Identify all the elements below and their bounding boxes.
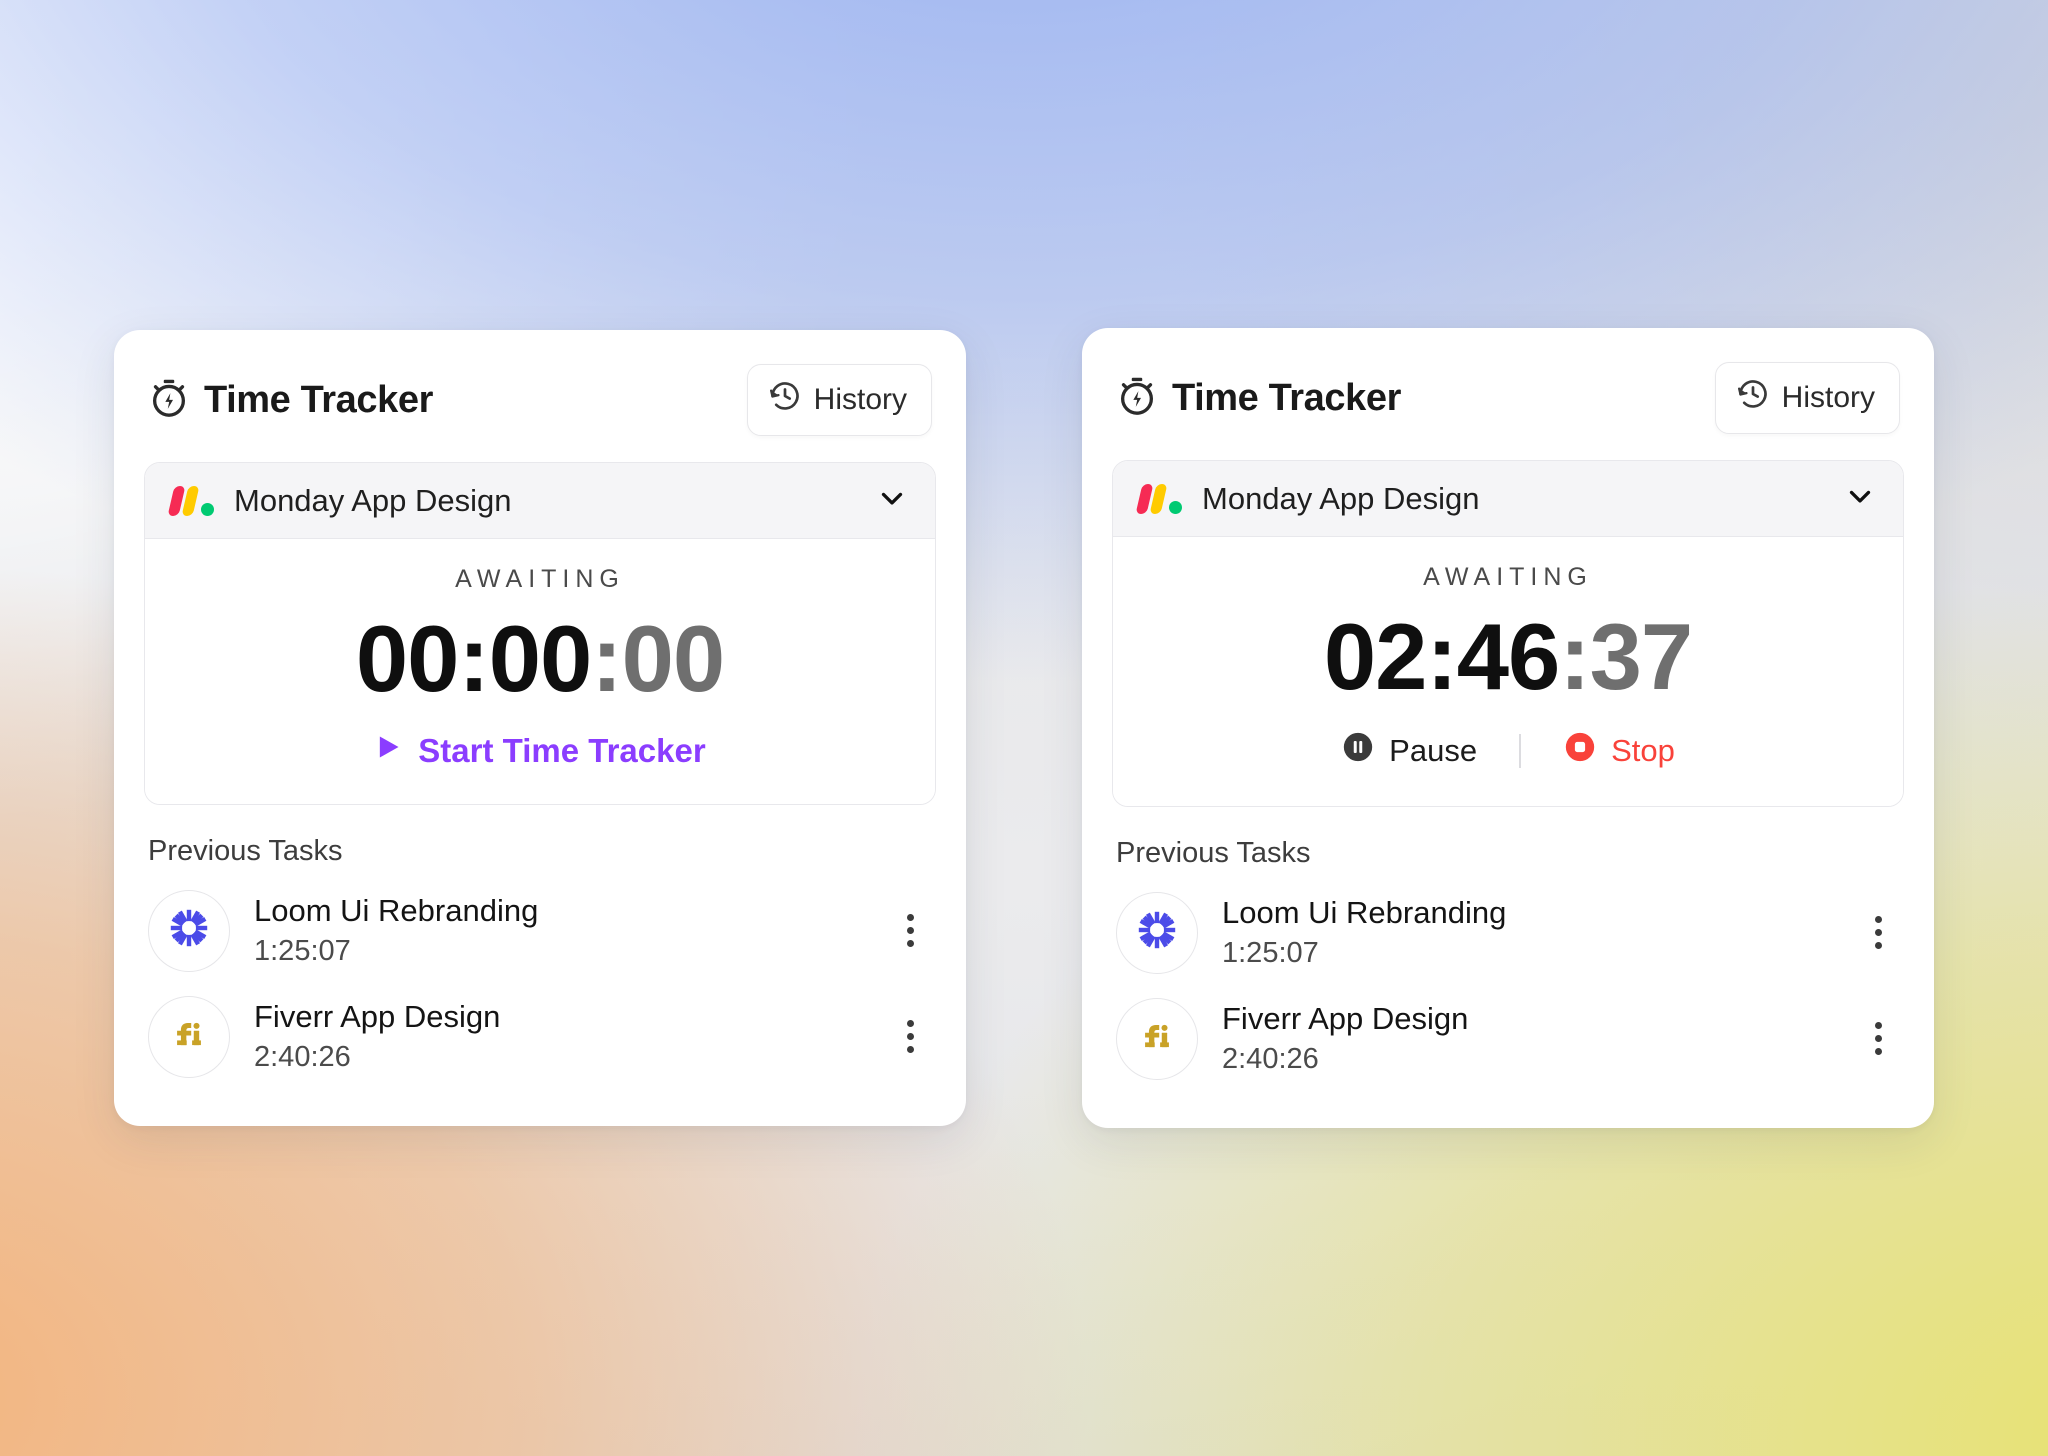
task-row-fiverr[interactable]: Fiverr App Design 2:40:26 bbox=[144, 984, 936, 1090]
time-tracker-card-running: Time Tracker History Monday App Design A… bbox=[1082, 328, 1934, 1128]
fiverr-fi-icon bbox=[1135, 1014, 1179, 1063]
project-selector[interactable]: Monday App Design bbox=[145, 463, 935, 540]
timer-status: AWAITING bbox=[1423, 563, 1593, 592]
timer-display: 02:46:37 bbox=[1133, 604, 1883, 709]
timer-hours: 02 bbox=[1323, 604, 1428, 710]
avatar bbox=[148, 995, 230, 1078]
project-info: Monday App Design bbox=[167, 482, 512, 519]
stop-button[interactable]: Stop bbox=[1555, 726, 1683, 776]
previous-tasks-label: Previous Tasks bbox=[1116, 836, 1311, 869]
monday-logo-icon bbox=[167, 485, 214, 516]
task-text: Loom Ui Rebranding 1:25:07 bbox=[1222, 895, 1835, 970]
timer-sep-2: : bbox=[1559, 604, 1590, 710]
task-row-loom[interactable]: Loom Ui Rebranding 1:25:07 bbox=[144, 878, 936, 984]
timer-status: AWAITING bbox=[455, 565, 625, 594]
timer-minutes: 00 bbox=[488, 606, 593, 712]
more-vertical-icon[interactable] bbox=[891, 1010, 930, 1063]
stop-button-label: Stop bbox=[1611, 732, 1675, 768]
task-time: 2:40:26 bbox=[1222, 1043, 1319, 1076]
pause-circle-icon bbox=[1341, 730, 1375, 772]
timer-panel: Monday App Design AWAITING 00:00:00 Star… bbox=[144, 462, 936, 805]
project-name: Monday App Design bbox=[1202, 480, 1480, 516]
fiverr-fi-icon bbox=[167, 1012, 211, 1061]
timer-panel: Monday App Design AWAITING 02:46:37 Paus… bbox=[1112, 460, 1904, 807]
start-button-label: Start Time Tracker bbox=[418, 731, 706, 769]
card-header: Time Tracker History bbox=[1112, 358, 1904, 435]
task-name: Fiverr App Design bbox=[1222, 1001, 1469, 1037]
header-title-group: Time Tracker bbox=[1116, 375, 1401, 422]
task-time: 1:25:07 bbox=[1222, 937, 1319, 970]
task-name: Loom Ui Rebranding bbox=[1222, 895, 1507, 931]
stopwatch-bolt-icon bbox=[148, 377, 190, 424]
timer-sep-1: : bbox=[458, 606, 489, 712]
start-time-tracker-button[interactable]: Start Time Tracker bbox=[364, 728, 715, 774]
timer-seconds: 00 bbox=[621, 606, 726, 712]
task-text: Loom Ui Rebranding 1:25:07 bbox=[254, 893, 867, 968]
more-vertical-icon[interactable] bbox=[1859, 906, 1898, 959]
loom-sunburst-icon bbox=[1134, 907, 1180, 958]
history-clock-icon bbox=[1736, 377, 1770, 419]
avatar bbox=[148, 889, 230, 972]
timer-sep-2: : bbox=[591, 606, 622, 712]
timer-seconds: 37 bbox=[1589, 604, 1694, 710]
controls-divider bbox=[1519, 733, 1522, 768]
avatar bbox=[1116, 891, 1198, 974]
more-vertical-icon[interactable] bbox=[891, 904, 930, 957]
history-clock-icon bbox=[768, 379, 802, 421]
task-name: Loom Ui Rebranding bbox=[254, 893, 539, 929]
task-row-loom[interactable]: Loom Ui Rebranding 1:25:07 bbox=[1112, 880, 1904, 986]
timer-hours: 00 bbox=[355, 606, 460, 712]
timer-controls-idle: Start Time Tracker bbox=[165, 728, 915, 774]
avatar bbox=[1116, 997, 1198, 1080]
task-text: Fiverr App Design 2:40:26 bbox=[254, 999, 867, 1074]
header-title-group: Time Tracker bbox=[148, 377, 433, 424]
task-time: 2:40:26 bbox=[254, 1041, 351, 1074]
timer-display: 00:00:00 bbox=[165, 606, 915, 711]
more-vertical-icon[interactable] bbox=[1859, 1012, 1898, 1065]
timer-body: AWAITING 02:46:37 Pause Stop bbox=[1113, 537, 1903, 806]
task-name: Fiverr App Design bbox=[254, 999, 501, 1035]
timer-sep-1: : bbox=[1426, 604, 1457, 710]
play-triangle-icon bbox=[374, 732, 402, 770]
task-row-fiverr[interactable]: Fiverr App Design 2:40:26 bbox=[1112, 986, 1904, 1092]
card-header: Time Tracker History bbox=[144, 360, 936, 437]
timer-controls-running: Pause Stop bbox=[1133, 726, 1883, 776]
cards-stage: Time Tracker History Monday App Design A… bbox=[0, 0, 2048, 1456]
monday-logo-icon bbox=[1135, 483, 1182, 514]
timer-body: AWAITING 00:00:00 Start Time Tracker bbox=[145, 539, 935, 804]
pause-button-label: Pause bbox=[1389, 732, 1478, 768]
time-tracker-card-idle: Time Tracker History Monday App Design A… bbox=[114, 330, 966, 1126]
stop-circle-icon bbox=[1563, 730, 1597, 772]
task-text: Fiverr App Design 2:40:26 bbox=[1222, 1001, 1835, 1076]
project-info: Monday App Design bbox=[1135, 480, 1480, 517]
project-name: Monday App Design bbox=[234, 482, 512, 518]
project-selector[interactable]: Monday App Design bbox=[1113, 461, 1903, 538]
history-button[interactable]: History bbox=[746, 364, 932, 437]
chevron-down-icon[interactable] bbox=[875, 481, 909, 520]
history-button[interactable]: History bbox=[1714, 362, 1900, 435]
history-button-label: History bbox=[813, 383, 907, 417]
task-time: 1:25:07 bbox=[254, 935, 351, 968]
page-title: Time Tracker bbox=[204, 378, 433, 421]
loom-sunburst-icon bbox=[166, 905, 212, 956]
previous-tasks-label: Previous Tasks bbox=[148, 834, 343, 867]
stopwatch-bolt-icon bbox=[1116, 375, 1158, 422]
page-title: Time Tracker bbox=[1172, 376, 1401, 419]
pause-button[interactable]: Pause bbox=[1333, 726, 1485, 776]
history-button-label: History bbox=[1781, 381, 1875, 415]
chevron-down-icon[interactable] bbox=[1843, 479, 1877, 518]
timer-minutes: 46 bbox=[1456, 604, 1561, 710]
